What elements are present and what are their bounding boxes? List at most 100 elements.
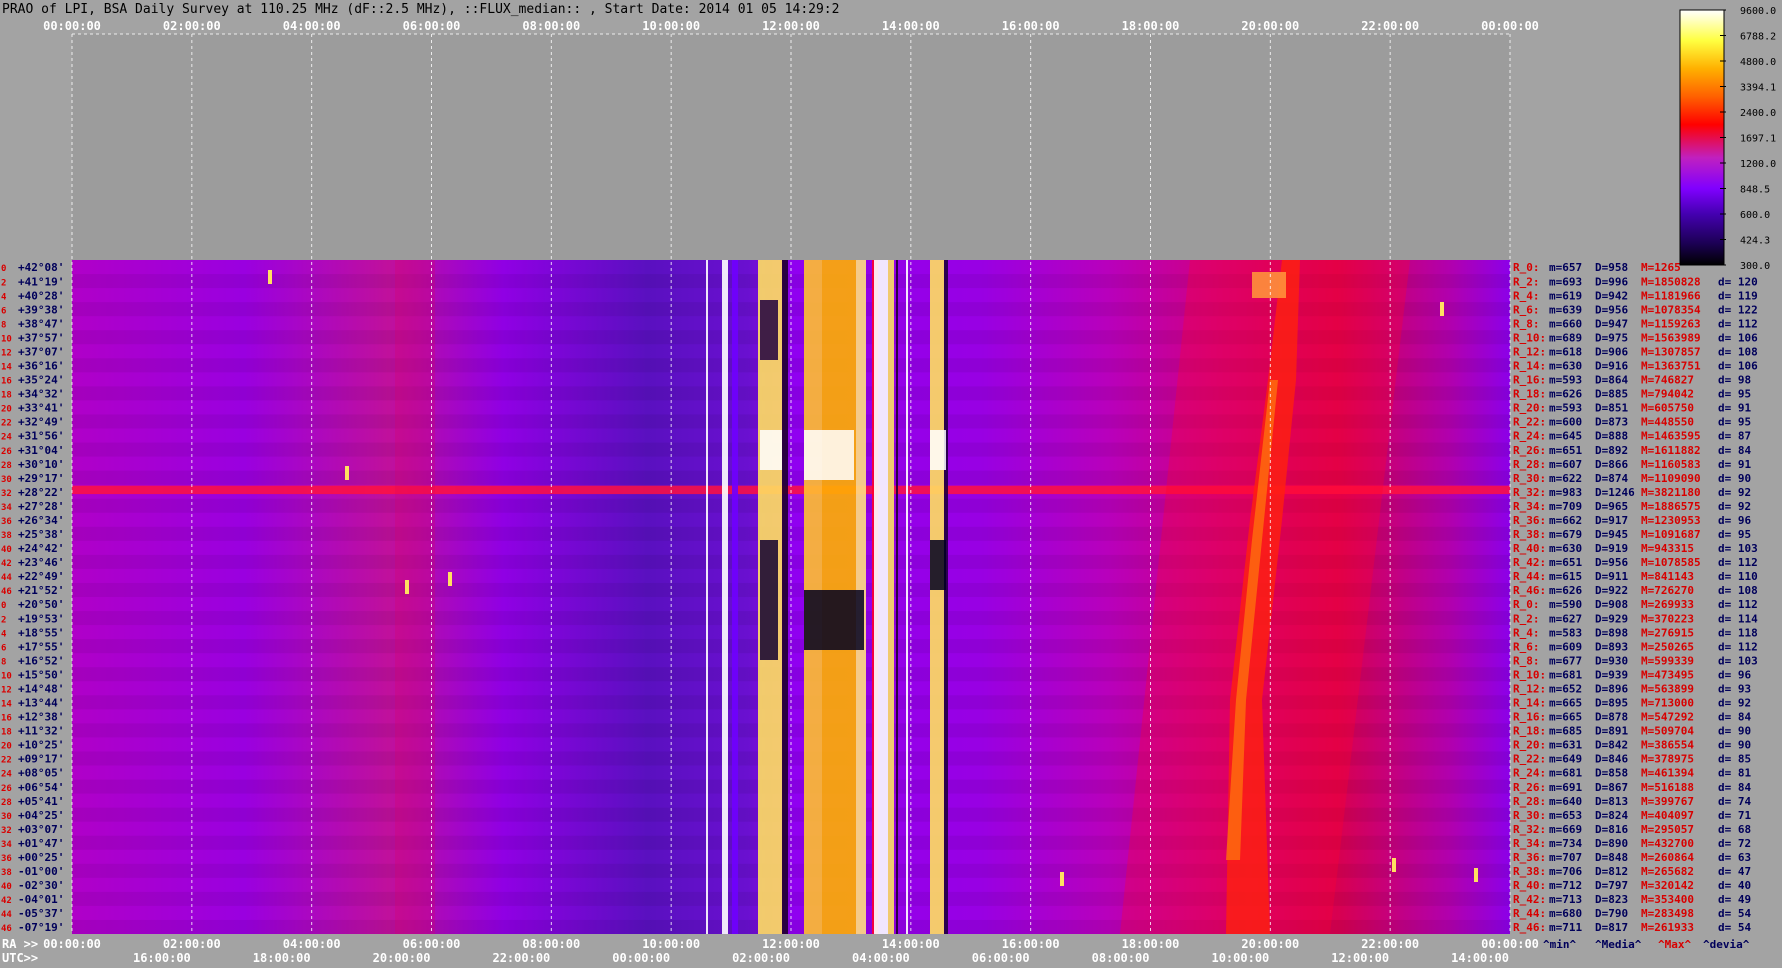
stat-max: M=320142 — [1641, 879, 1694, 892]
stat-max: M=283498 — [1641, 907, 1694, 920]
interference-patch — [760, 540, 778, 660]
stat-median: D=846 — [1595, 753, 1628, 766]
stat-row-id: R_0: — [1513, 261, 1540, 274]
colorbar-tick-label: 9600.0 — [1740, 6, 1776, 17]
stat-max: M=1363751 — [1641, 360, 1701, 373]
stat-row-id: R_44: — [1513, 907, 1546, 920]
stat-max: M=3821180 — [1641, 486, 1701, 499]
row-declination: +06°54' — [18, 781, 64, 794]
row-declination: +16°52' — [18, 654, 64, 667]
stat-row-id: R_12: — [1513, 682, 1546, 695]
stat-min: m=626 — [1549, 584, 1582, 597]
stat-deviation: d= 112 — [1718, 556, 1758, 569]
stat-median: D=878 — [1595, 711, 1628, 724]
ra-tick-label: 02:00:00 — [163, 937, 221, 951]
ra-tick-label: 06:00:00 — [403, 937, 461, 951]
interference-patch — [760, 430, 782, 470]
stat-min: m=662 — [1549, 514, 1582, 527]
stat-min: m=681 — [1549, 668, 1582, 681]
row-declination: +13°44' — [18, 697, 64, 710]
stat-median: D=873 — [1595, 416, 1628, 429]
stat-row-id: R_18: — [1513, 388, 1546, 401]
stat-median: D=812 — [1595, 865, 1628, 878]
stat-min: m=630 — [1549, 360, 1582, 373]
row-declination: +23°46' — [18, 556, 64, 569]
row-number: 24 — [1, 433, 12, 443]
stat-max: M=1181966 — [1641, 289, 1701, 302]
stat-median: D=890 — [1595, 837, 1628, 850]
stat-deviation: d= 118 — [1718, 626, 1758, 639]
stat-row-id: R_44: — [1513, 570, 1546, 583]
row-declination: +27°28' — [18, 500, 64, 513]
row-number: 10 — [1, 671, 12, 681]
stat-min: m=619 — [1549, 289, 1582, 302]
row-declination: +24°42' — [18, 542, 64, 555]
stat-min: m=685 — [1549, 725, 1582, 738]
stat-min: m=665 — [1549, 711, 1582, 724]
colorbar-tick-label: 2400.0 — [1740, 108, 1776, 119]
stat-deviation: d= 106 — [1718, 331, 1758, 344]
row-number: 30 — [1, 475, 12, 485]
stat-row-id: R_20: — [1513, 402, 1546, 415]
stat-max: M=516188 — [1641, 781, 1694, 794]
row-declination: +17°55' — [18, 640, 64, 653]
utc-axis-label: UTC>> — [2, 951, 38, 965]
ra-tick-label: 14:00:00 — [882, 937, 940, 951]
colorbar-tick-label: 848.5 — [1740, 185, 1770, 196]
stat-min: m=711 — [1549, 921, 1582, 934]
row-declination: +25°38' — [18, 528, 64, 541]
stats-footer-label: ^min^ — [1543, 938, 1576, 951]
stat-max: M=794042 — [1641, 388, 1694, 401]
utc-tick-label: 22:00:00 — [492, 951, 550, 965]
row-declination: +35°24' — [18, 374, 64, 387]
stat-median: D=817 — [1595, 921, 1628, 934]
stat-max: M=1160583 — [1641, 458, 1701, 471]
row-declination: +15°50' — [18, 668, 64, 681]
row-number: 16 — [1, 377, 12, 387]
stat-min: m=645 — [1549, 430, 1582, 443]
stat-deviation: d= 71 — [1718, 809, 1751, 822]
stat-median: D=888 — [1595, 430, 1628, 443]
stat-max: M=1307857 — [1641, 345, 1701, 358]
stat-max: M=432700 — [1641, 837, 1694, 850]
stat-deviation: d= 92 — [1718, 486, 1751, 499]
stat-row-id: R_2: — [1513, 612, 1540, 625]
stat-median: D=842 — [1595, 739, 1628, 752]
stat-max: M=295057 — [1641, 823, 1694, 836]
row-number: 24 — [1, 770, 12, 780]
colorbar-tick-label: 3394.1 — [1740, 83, 1776, 94]
stat-max: M=461394 — [1641, 767, 1694, 780]
stat-row-id: R_8: — [1513, 654, 1540, 667]
row-labels: 0 +42°08' 2 +41°19' 4 +40°28' 6 +39°38' 8 +38°47'… — [1, 261, 64, 934]
stat-min: m=651 — [1549, 444, 1582, 457]
stat-deviation: d= 95 — [1718, 416, 1751, 429]
stat-max: M=1091687 — [1641, 528, 1701, 541]
stat-deviation: d= 91 — [1718, 458, 1751, 471]
stat-deviation: d= 91 — [1718, 402, 1751, 415]
row-declination: -04°01' — [18, 893, 64, 906]
stat-row-id: R_40: — [1513, 879, 1546, 892]
stat-median: D=895 — [1595, 697, 1628, 710]
row-number: 6 — [1, 306, 6, 316]
row-number: 36 — [1, 517, 12, 527]
stat-max: M=404097 — [1641, 809, 1694, 822]
stat-median: D=947 — [1595, 317, 1628, 330]
stat-median: D=965 — [1595, 500, 1628, 513]
stat-deviation: d= 63 — [1718, 851, 1751, 864]
stat-median: D=823 — [1595, 893, 1628, 906]
row-number: 4 — [1, 629, 7, 639]
row-number: 0 — [1, 601, 6, 611]
row-number: 14 — [1, 363, 12, 373]
row-declination: +42°08' — [18, 261, 64, 274]
colorbar-tick-label: 300.0 — [1740, 261, 1770, 272]
row-declination: +41°19' — [18, 275, 64, 288]
stat-max: M=746827 — [1641, 374, 1694, 387]
colorbar-tick-label: 424.3 — [1740, 236, 1770, 247]
stat-deviation: d= 85 — [1718, 753, 1751, 766]
stat-row-id: R_2: — [1513, 275, 1540, 288]
row-declination: -05°37' — [18, 907, 64, 920]
top-axis-tick-label: 00:00:00 — [1481, 19, 1539, 33]
stat-min: m=707 — [1549, 851, 1582, 864]
ra-tick-label: 10:00:00 — [642, 937, 700, 951]
stat-min: m=631 — [1549, 739, 1582, 752]
